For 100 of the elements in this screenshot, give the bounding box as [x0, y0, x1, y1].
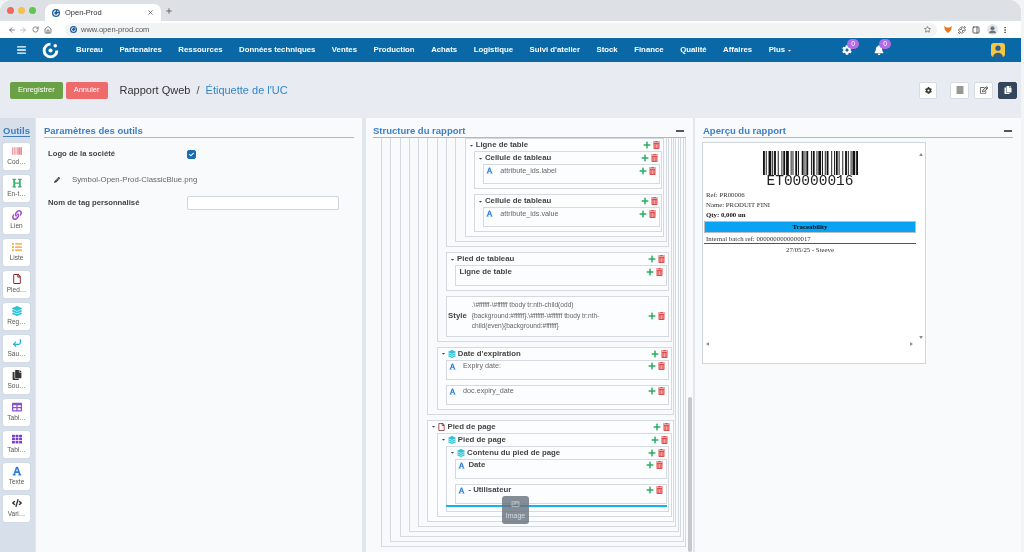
- favicon-icon: [52, 8, 60, 17]
- scroll-left-icon[interactable]: [706, 342, 709, 346]
- delete-icon[interactable]: [660, 349, 668, 358]
- list-icon: [955, 86, 964, 94]
- reload-icon[interactable]: [32, 26, 39, 33]
- delete-icon[interactable]: [658, 362, 666, 370]
- add-icon[interactable]: [650, 435, 659, 444]
- delete-icon[interactable]: [651, 154, 659, 162]
- view-mode-button[interactable]: [998, 81, 1017, 99]
- panel-title: Paramètres des outils: [44, 125, 143, 136]
- panel-title: Structure du rapport: [373, 125, 466, 136]
- caret-down-icon[interactable]: [468, 142, 474, 148]
- add-icon[interactable]: [638, 209, 647, 218]
- close-window-icon[interactable]: [7, 7, 14, 14]
- add-icon[interactable]: [645, 461, 654, 469]
- caret-down-icon[interactable]: [450, 450, 456, 455]
- add-icon[interactable]: [645, 486, 654, 494]
- caret-icon: [787, 47, 793, 53]
- link-icon: [11, 210, 22, 220]
- add-icon[interactable]: [648, 387, 657, 395]
- layers-icon: [11, 306, 22, 316]
- breadcrumb-link[interactable]: Rapport Qweb: [119, 81, 191, 99]
- add-icon[interactable]: [648, 362, 657, 370]
- user-avatar-icon[interactable]: [991, 43, 1005, 57]
- scrollbar-thumb[interactable]: [688, 397, 692, 552]
- logo-icon[interactable]: [42, 41, 59, 59]
- delete-icon[interactable]: [658, 311, 666, 320]
- add-icon[interactable]: [641, 154, 650, 162]
- delete-icon[interactable]: [653, 141, 661, 149]
- delete-icon[interactable]: [648, 209, 656, 218]
- add-icon[interactable]: [643, 141, 652, 149]
- caret-down-icon[interactable]: [477, 198, 483, 204]
- panel-title: Aperçu du rapport: [703, 125, 786, 136]
- delete-icon[interactable]: [655, 461, 663, 469]
- caret-down-icon[interactable]: [440, 437, 446, 442]
- add-icon[interactable]: [650, 349, 659, 358]
- add-icon[interactable]: [648, 255, 657, 263]
- text-icon: [486, 210, 494, 217]
- text-icon: [449, 387, 457, 395]
- breadcrumb-current: Étiquette de l'UC: [205, 82, 288, 98]
- input-field[interactable]: [187, 195, 339, 210]
- home-icon[interactable]: [44, 25, 52, 34]
- delete-icon[interactable]: [660, 435, 668, 444]
- menu-icon[interactable]: [16, 45, 27, 55]
- text-icon: [486, 167, 494, 174]
- delete-icon[interactable]: [658, 255, 666, 263]
- text-icon: [449, 362, 457, 370]
- layers-icon: [447, 349, 456, 358]
- delete-icon[interactable]: [658, 448, 666, 457]
- layers-icon: [447, 435, 456, 444]
- caret-down-icon[interactable]: [450, 256, 456, 262]
- breadcrumb-separator: /: [196, 82, 200, 98]
- favicon-icon: [70, 26, 77, 33]
- barcode-number: ET00000016: [766, 176, 854, 187]
- add-icon[interactable]: [641, 197, 650, 205]
- back-icon[interactable]: [8, 25, 16, 34]
- settings-icon[interactable]: [842, 45, 853, 55]
- settings-icon: [924, 86, 932, 94]
- delete-icon[interactable]: [655, 268, 663, 276]
- scroll-down-icon[interactable]: [918, 336, 923, 339]
- collapse-icon[interactable]: [1004, 129, 1012, 132]
- delete-icon[interactable]: [655, 486, 663, 494]
- menu-icon[interactable]: [1001, 25, 1009, 34]
- grid-icon: [11, 434, 22, 444]
- close-tab-icon[interactable]: [147, 9, 154, 16]
- heading-icon: [11, 178, 22, 188]
- collapse-icon[interactable]: [676, 129, 684, 132]
- pencil-icon[interactable]: [54, 177, 60, 183]
- list-icon: [11, 242, 22, 252]
- scroll-right-icon[interactable]: [910, 342, 913, 346]
- scroll-up-icon[interactable]: [918, 153, 923, 156]
- side-panel-icon[interactable]: [972, 25, 980, 34]
- delete-icon[interactable]: [651, 197, 659, 205]
- caret-down-icon[interactable]: [440, 351, 446, 356]
- copy-icon: [11, 370, 22, 380]
- add-icon[interactable]: [645, 268, 654, 276]
- delete-icon[interactable]: [663, 422, 671, 431]
- delete-icon[interactable]: [648, 166, 656, 175]
- bookmark-star-icon[interactable]: [924, 26, 931, 33]
- checkbox[interactable]: [187, 149, 196, 159]
- table-icon: [11, 402, 22, 412]
- code-icon: [11, 498, 22, 508]
- new-tab-icon[interactable]: [165, 6, 173, 15]
- copy-icon: [1003, 86, 1012, 94]
- add-icon[interactable]: [648, 311, 657, 320]
- delete-icon[interactable]: [658, 387, 666, 395]
- add-icon[interactable]: [638, 166, 647, 175]
- layers-icon: [457, 448, 466, 457]
- puzzle-icon[interactable]: [958, 25, 966, 34]
- sidebar-title: Outils: [3, 125, 30, 137]
- text-icon: [11, 466, 22, 476]
- settings-button[interactable]: [919, 81, 937, 99]
- profile-avatar-icon[interactable]: [987, 24, 998, 35]
- add-icon[interactable]: [648, 448, 657, 457]
- add-icon[interactable]: [653, 422, 662, 431]
- fox-icon[interactable]: [944, 26, 952, 33]
- checkmark-icon: [189, 151, 194, 157]
- caret-down-icon[interactable]: [477, 155, 483, 161]
- text-icon: [458, 486, 466, 494]
- caret-down-icon[interactable]: [431, 424, 437, 429]
